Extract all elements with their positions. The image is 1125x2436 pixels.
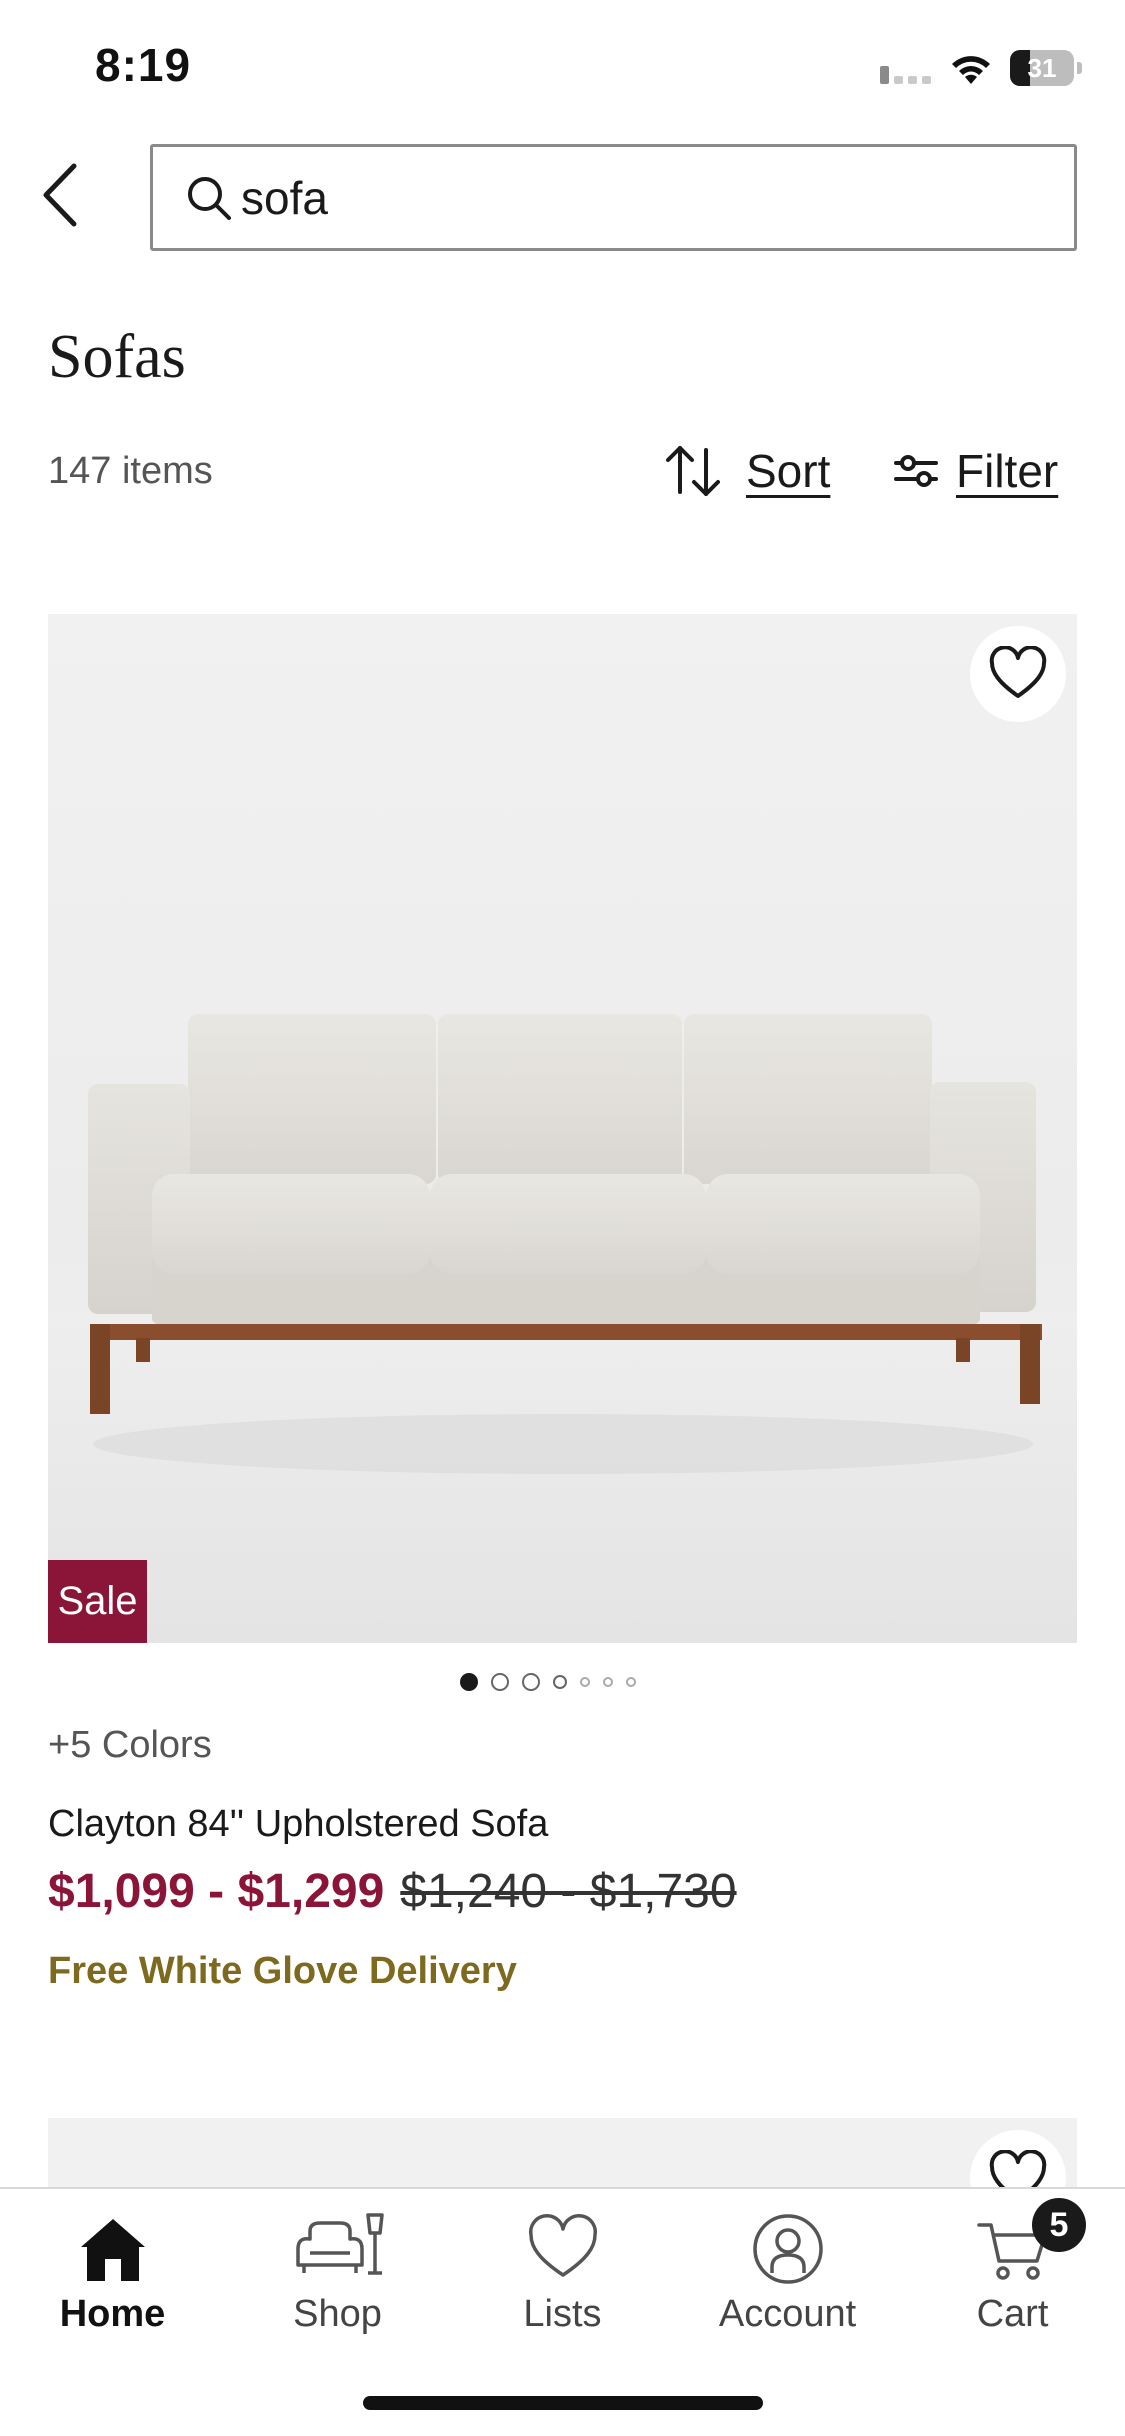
product-image[interactable] — [48, 614, 1077, 1643]
tab-label: Cart — [976, 2293, 1049, 2335]
tab-lists[interactable]: Lists — [450, 2201, 675, 2351]
filter-icon — [894, 455, 938, 487]
chevron-left-icon — [43, 163, 77, 227]
search-box[interactable] — [150, 144, 1077, 251]
carousel-dot[interactable] — [626, 1677, 636, 1687]
tab-account[interactable]: Account — [675, 2201, 900, 2351]
filter-label: Filter — [956, 445, 1059, 497]
filter-button[interactable]: Filter — [892, 438, 1058, 504]
heart-icon — [528, 2213, 597, 2277]
sofa-illustration — [48, 1014, 1077, 1643]
home-icon — [80, 2219, 145, 2281]
back-button[interactable] — [30, 155, 90, 235]
carousel-dot[interactable] — [491, 1673, 509, 1691]
cart-count-badge: 5 — [1032, 2198, 1086, 2252]
wishlist-button[interactable] — [970, 626, 1066, 722]
delivery-info: Free White Glove Delivery — [48, 1950, 517, 1992]
wifi-icon — [952, 56, 990, 84]
sort-label: Sort — [746, 445, 831, 497]
sort-icon — [666, 446, 720, 496]
color-options-count[interactable]: +5 Colors — [48, 1724, 212, 1767]
original-price: $1,240 - $1,730 — [400, 1865, 737, 1918]
tab-label: Account — [718, 2293, 857, 2335]
status-time: 8:19 — [95, 39, 192, 91]
carousel-dot[interactable] — [522, 1673, 540, 1691]
carousel-dot[interactable] — [460, 1673, 478, 1691]
sort-button[interactable]: Sort — [662, 438, 830, 504]
next-product-image[interactable] — [48, 2118, 1077, 2188]
heart-icon — [989, 646, 1047, 698]
carousel-dot[interactable] — [603, 1677, 613, 1687]
product-name[interactable]: Clayton 84'' Upholstered Sofa — [48, 1803, 548, 1846]
tab-shop[interactable]: Shop — [225, 2201, 450, 2351]
tab-home[interactable]: Home — [0, 2201, 225, 2351]
home-indicator[interactable] — [363, 2396, 763, 2410]
status-bar: 8:19 31 — [0, 0, 1125, 140]
sale-badge: Sale — [48, 1560, 147, 1643]
cellular-signal-icon — [880, 60, 936, 84]
battery-level: 31 — [1027, 53, 1057, 83]
carousel-dot[interactable] — [580, 1677, 590, 1687]
tab-label: Shop — [293, 2293, 382, 2335]
search-input[interactable] — [241, 170, 1021, 225]
battery-icon: 31 — [1010, 50, 1082, 86]
tab-label: Home — [59, 2293, 166, 2335]
tab-label: Lists — [523, 2293, 602, 2335]
page-title: Sofas — [48, 323, 186, 391]
tab-cart[interactable]: Cart — [900, 2201, 1125, 2351]
image-carousel-dots[interactable] — [460, 1670, 649, 1694]
price-row: $1,099 - $1,299 $1,240 - $1,730 — [48, 1864, 737, 1919]
search-icon — [188, 176, 231, 220]
item-count: 147 items — [48, 450, 213, 492]
account-icon — [752, 2214, 823, 2284]
shop-icon — [295, 2213, 384, 2275]
carousel-dot[interactable] — [553, 1675, 567, 1689]
sale-price: $1,099 - $1,299 — [48, 1865, 385, 1918]
